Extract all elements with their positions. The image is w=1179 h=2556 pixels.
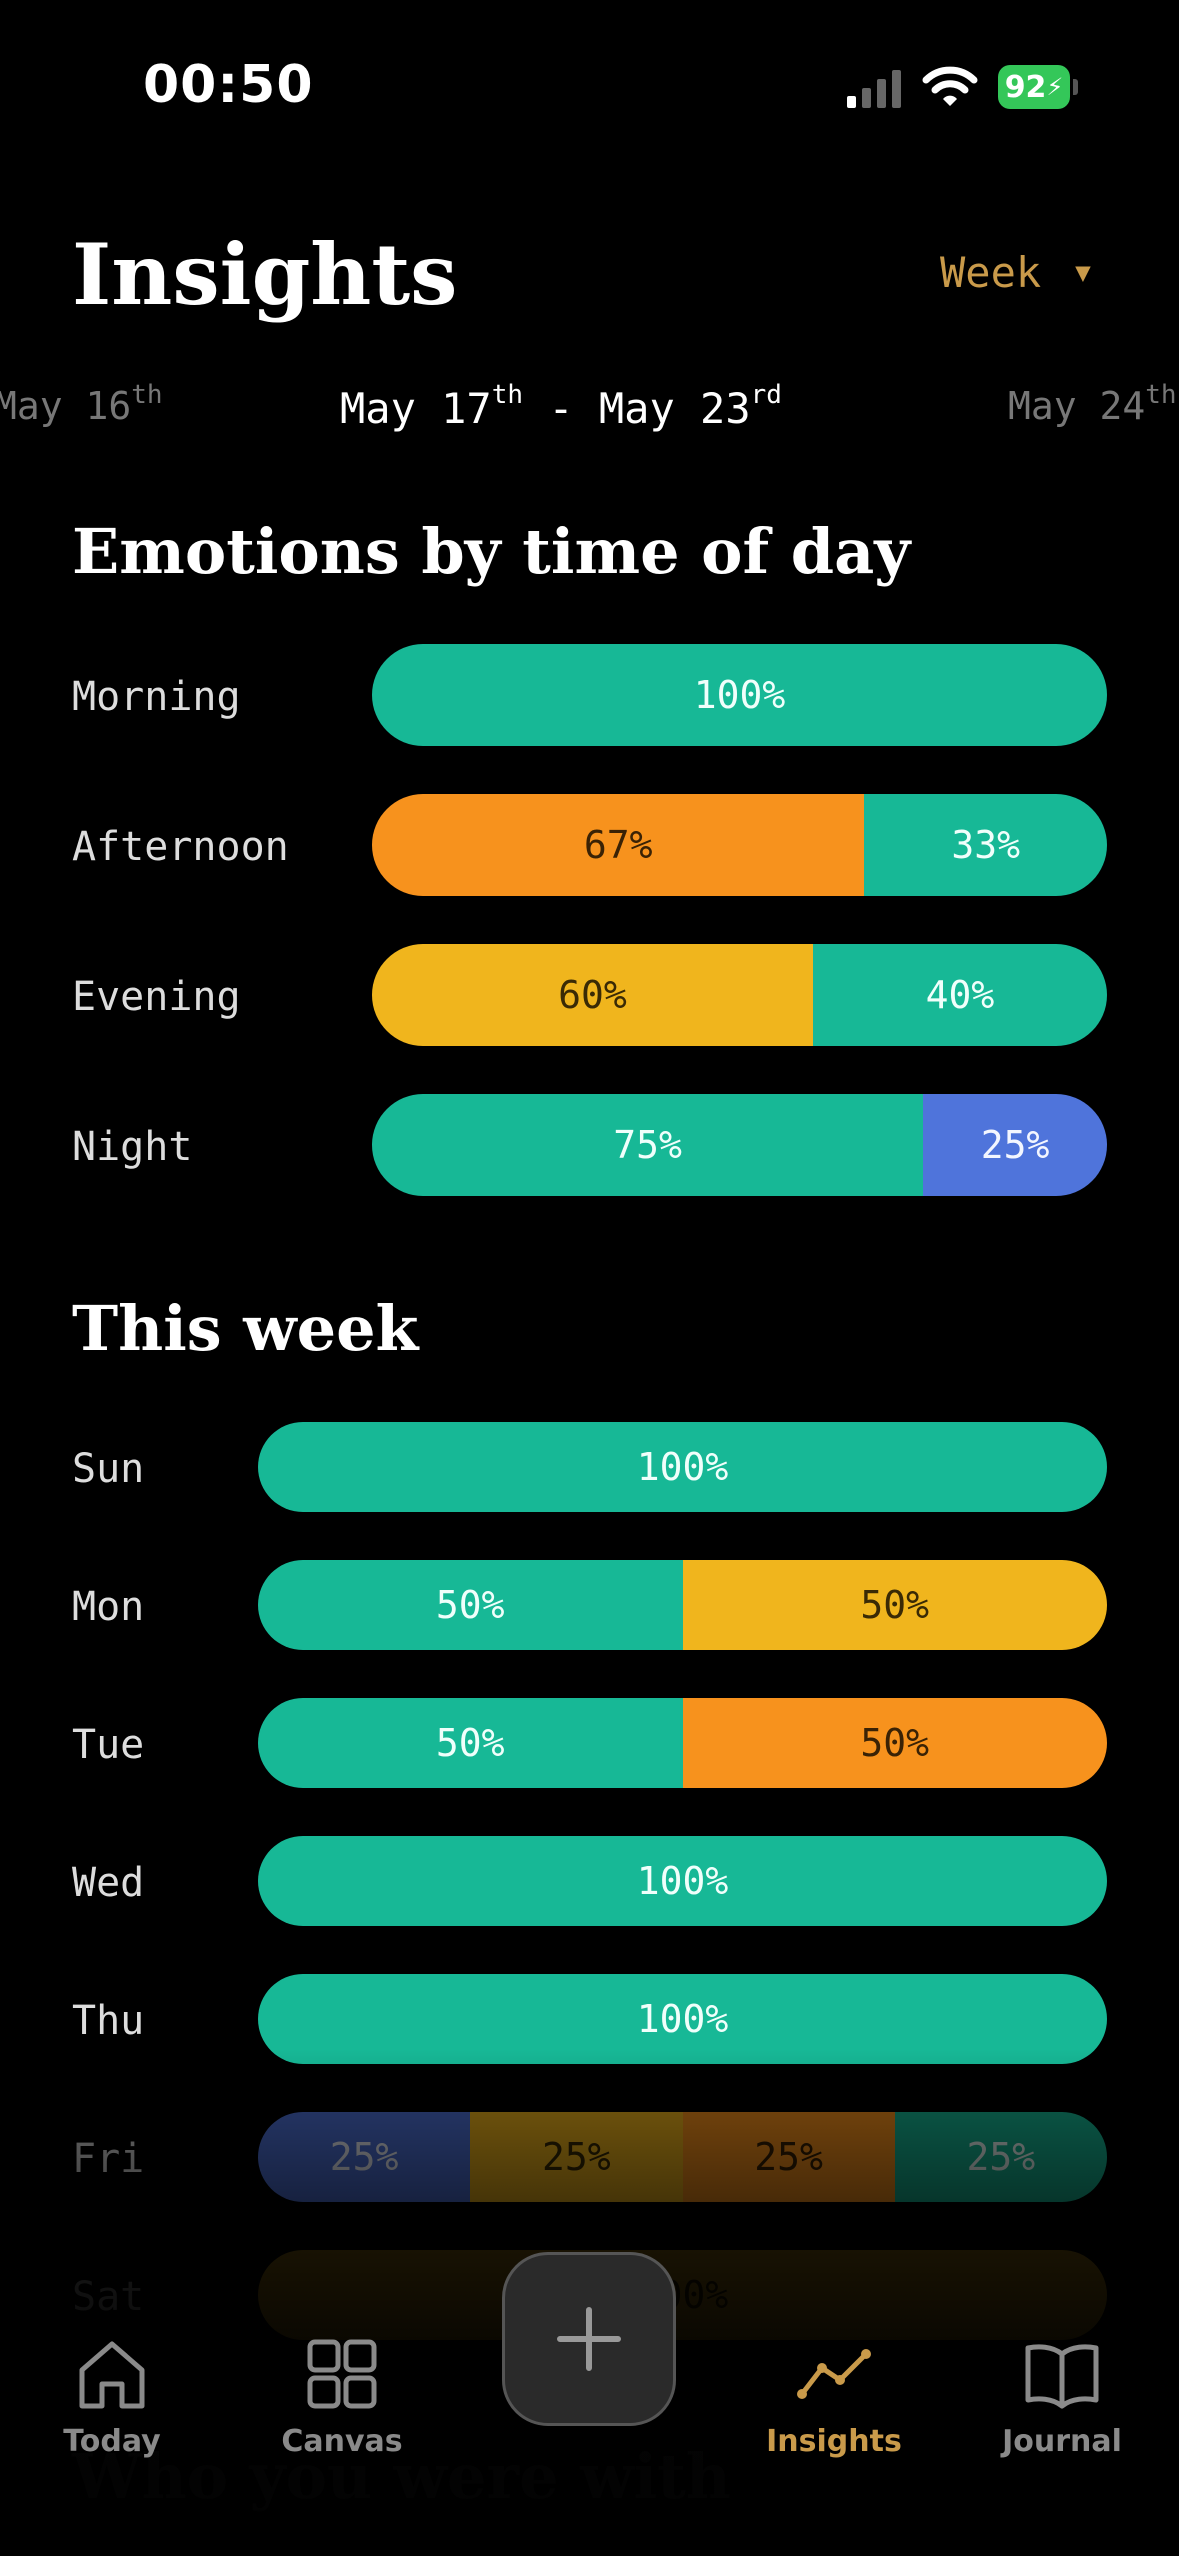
battery-icon: 92 ⚡ <box>998 65 1078 109</box>
stacked-bar-thu: 100% <box>258 1974 1107 2064</box>
line-chart-icon <box>797 2349 871 2399</box>
stacked-bar-afternoon: 67% 33% <box>372 794 1107 896</box>
tab-journal-label: Journal <box>1002 2424 1122 2459</box>
stacked-bar-wed: 100% <box>258 1836 1107 1926</box>
add-entry-button[interactable] <box>502 2252 676 2426</box>
row-label-sun: Sun <box>72 1446 145 1492</box>
tab-canvas[interactable]: Canvas <box>262 2338 422 2459</box>
stacked-bar-sun: 100% <box>258 1422 1107 1512</box>
house-icon <box>79 2341 145 2409</box>
stacked-bar-sat: 100% <box>258 2250 1107 2340</box>
row-label-morning: Morning <box>72 674 241 720</box>
section-title-time-of-day: Emotions by time of day <box>72 515 911 588</box>
bar-segment-teal: 25% <box>894 2112 1107 2202</box>
plus-icon <box>557 2307 621 2371</box>
bar-segment-teal: 40% <box>813 944 1107 1046</box>
row-label-evening: Evening <box>72 974 241 1020</box>
tab-today-label: Today <box>63 2424 161 2459</box>
page-title: Insights <box>72 225 458 324</box>
row-label-wed: Wed <box>72 1860 145 1906</box>
bar-segment-teal: 33% <box>864 794 1107 896</box>
row-label-mon: Mon <box>72 1584 145 1630</box>
bar-segment-yellow: 25% <box>470 2112 683 2202</box>
tab-journal[interactable]: Journal <box>982 2338 1142 2459</box>
bar-segment-teal: 100% <box>258 1836 1107 1926</box>
bar-segment-teal: 50% <box>258 1560 683 1650</box>
bar-segment-yellow: 50% <box>682 1560 1107 1650</box>
row-label-afternoon: Afternoon <box>72 824 289 870</box>
bar-segment-teal: 100% <box>258 1974 1107 2064</box>
tab-today[interactable]: Today <box>32 2338 192 2459</box>
bar-segment-teal: 100% <box>372 644 1107 746</box>
dropdown-arrow-icon: ▼ <box>1075 257 1091 288</box>
tab-insights-label: Insights <box>766 2424 902 2459</box>
row-label-thu: Thu <box>72 1998 145 2044</box>
row-label-sat: Sat <box>72 2274 145 2320</box>
status-time: 00:50 <box>143 55 314 115</box>
bar-segment-teal: 75% <box>372 1094 924 1196</box>
battery-level: 92 <box>1004 69 1047 105</box>
row-label-tue: Tue <box>72 1722 145 1768</box>
stacked-bar-evening: 60% 40% <box>372 944 1107 1046</box>
bar-segment-orange: 50% <box>682 1698 1107 1788</box>
row-label-fri: Fri <box>72 2136 145 2182</box>
date-prev[interactable]: May 16th <box>0 380 163 428</box>
date-next[interactable]: May 24th <box>1008 380 1177 428</box>
range-selector[interactable]: Week ▼ <box>940 248 1091 297</box>
grid-icon <box>307 2339 377 2409</box>
book-icon <box>1025 2344 1099 2409</box>
bar-segment-orange: 25% <box>682 2112 895 2202</box>
section-title-this-week: This week <box>72 1292 419 1365</box>
bar-segment-yellow: 100% <box>258 2250 1107 2340</box>
stacked-bar-tue: 50% 50% <box>258 1698 1107 1788</box>
bar-segment-blue: 25% <box>258 2112 471 2202</box>
bar-segment-teal: 100% <box>258 1422 1107 1512</box>
stacked-bar-fri: 25% 25% 25% 25% <box>258 2112 1107 2202</box>
bar-segment-blue: 25% <box>923 1094 1107 1196</box>
bar-segment-teal: 50% <box>258 1698 683 1788</box>
cellular-signal-icon <box>847 70 901 108</box>
range-label: Week <box>940 248 1042 297</box>
stacked-bar-morning: 100% <box>372 644 1107 746</box>
stacked-bar-night: 75% 25% <box>372 1094 1107 1196</box>
wifi-icon <box>922 66 978 106</box>
tab-insights[interactable]: Insights <box>754 2338 914 2459</box>
row-label-night: Night <box>72 1124 193 1170</box>
bar-segment-orange: 67% <box>372 794 865 896</box>
date-current: May 17th - May 23rd <box>340 380 782 433</box>
bar-segment-yellow: 60% <box>372 944 813 1046</box>
stacked-bar-mon: 50% 50% <box>258 1560 1107 1650</box>
tab-canvas-label: Canvas <box>281 2424 403 2459</box>
